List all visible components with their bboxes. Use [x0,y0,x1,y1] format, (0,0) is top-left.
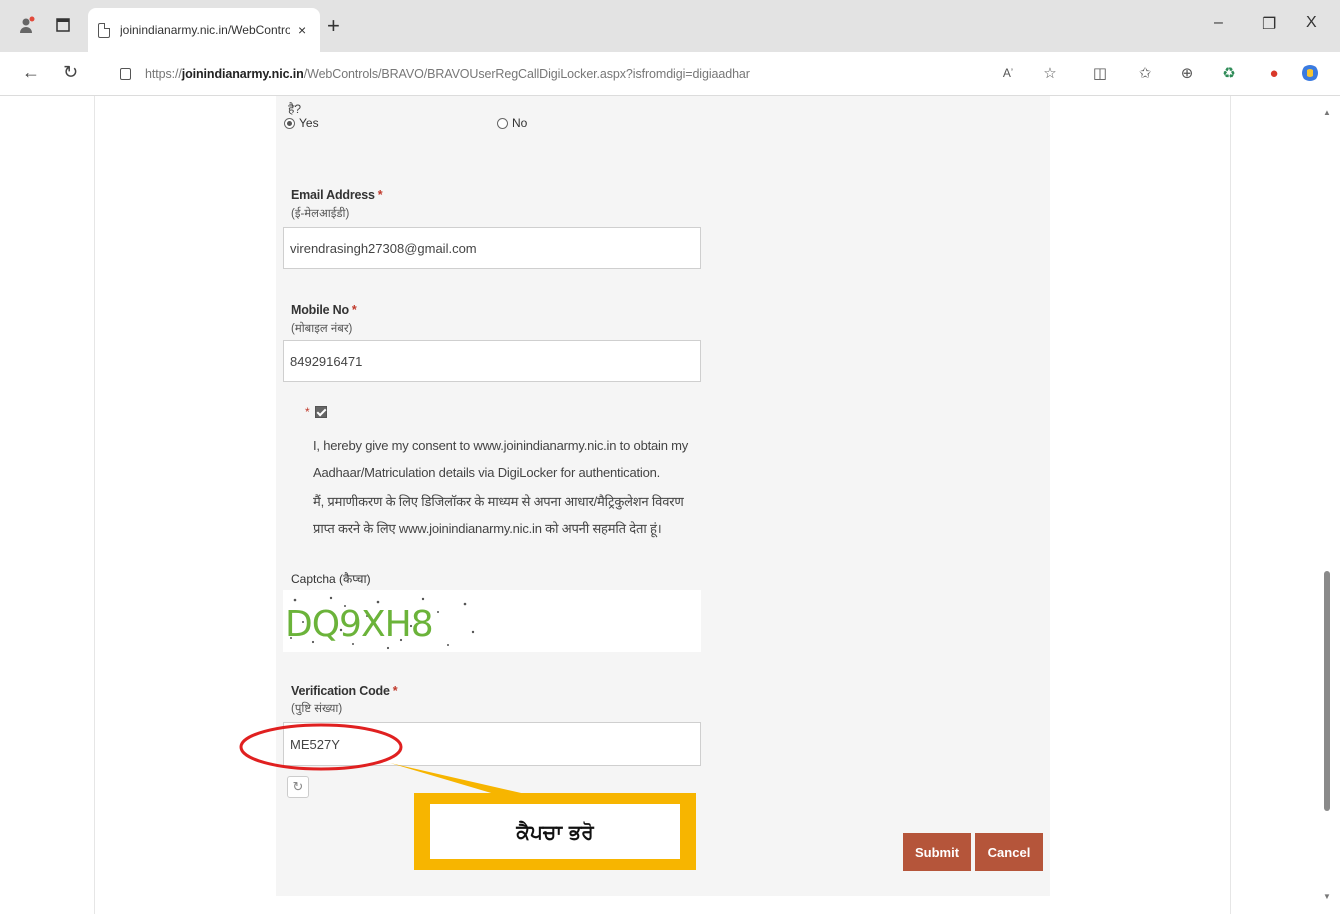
collections-icon[interactable]: ⊕ [1177,63,1197,83]
consent-checkbox[interactable] [314,406,327,418]
consent-checkbox-row: * [305,405,327,419]
submit-button[interactable]: Submit [903,833,971,871]
captcha-label: Captcha (कैप्चा) [291,572,371,586]
minimize-button[interactable]: – [1214,14,1223,32]
page-viewport: है? Yes No Email Address * (ई-मेलआईडी) vi… [0,96,1340,914]
scroll-thumb[interactable] [1324,571,1330,811]
scroll-up-icon[interactable]: ▲ [1323,108,1331,117]
tab-close-button[interactable]: × [298,22,306,38]
page-icon [98,22,110,38]
consent-text-line3: मैं, प्रमाणीकरण के लिए डिजिलॉकर के माध्य… [313,494,684,509]
browser-window: joinindianarmy.nic.in/WebContro × + – ❐ … [0,0,1340,914]
email-field[interactable]: virendrasingh27308@gmail.com [283,227,701,269]
read-aloud-icon[interactable]: Aʼ [998,63,1018,83]
scroll-down-icon[interactable]: ▼ [1323,892,1331,901]
favorites-icon[interactable]: ✩ [1135,63,1155,83]
radio-no[interactable]: No [497,116,527,130]
mobile-label: Mobile No * [291,303,357,317]
highlight-ellipse [239,723,403,771]
back-icon[interactable]: ← [22,62,40,83]
page-border-right [1230,96,1231,914]
email-hindi-label: (ई-मेलआईडी) [291,208,350,220]
restore-button[interactable]: ❐ [1262,14,1276,34]
address-toolbar: ← ↻ https://joinindianarmy.nic.in/WebCon… [0,52,1340,96]
captcha-text: DQ9XH8 [285,604,433,645]
browser-tab-active[interactable]: joinindianarmy.nic.in/WebContro × [88,8,320,52]
tab-strip: joinindianarmy.nic.in/WebContro × + – ❐ … [0,0,1340,52]
page-border-left [94,96,95,914]
radio-no-control[interactable] [497,117,508,129]
lock-icon [120,68,131,80]
profile-icon[interactable] [16,14,38,36]
radio-no-label: No [512,116,528,130]
annotation-text: ਕੈਪਚਾ ਭਰੋ [430,804,680,859]
close-window-button[interactable]: X [1306,14,1317,32]
split-screen-icon[interactable]: ◫ [1090,63,1110,83]
radio-yes-control[interactable] [284,117,295,129]
favorite-star-icon[interactable]: ☆ [1040,63,1060,83]
annotation-callout: ਕੈਪਚਾ ਭਰੋ [414,793,696,870]
tab-actions-icon[interactable] [52,14,74,36]
scrollbar[interactable]: ▲ ▼ [1323,96,1331,914]
radio-yes[interactable]: Yes [284,116,319,130]
consent-text-line4: प्राप्त करने के लिए www.joinindianarmy.n… [313,521,662,536]
radio-yes-label: Yes [299,116,319,130]
cancel-button[interactable]: Cancel [975,833,1043,871]
verification-label: Verification Code * [291,684,398,698]
consent-required-mark: * [305,405,310,419]
mobile-field[interactable]: 8492916471 [283,340,701,382]
extension-alert-icon[interactable]: ● [1264,63,1284,83]
consent-text-line2: Aadhaar/Matriculation details via DigiLo… [313,465,661,480]
copilot-icon[interactable] [1300,63,1320,83]
tab-title: joinindianarmy.nic.in/WebContro [120,23,290,37]
new-tab-button[interactable]: + [327,13,340,39]
refresh-icon[interactable]: ↻ [63,62,78,83]
extension-icon[interactable]: ♻ [1219,63,1239,83]
email-label: Email Address * [291,188,383,202]
mobile-hindi-label: (मोबाइल नंबर) [291,323,353,335]
question-fragment: है? [288,102,302,116]
consent-text-line1: I, hereby give my consent to www.joinind… [313,438,689,453]
callout-pointer [390,763,530,795]
address-bar[interactable]: https://joinindianarmy.nic.in/WebControl… [106,58,1066,90]
url-text: https://joinindianarmy.nic.in/WebControl… [145,67,750,81]
captcha-image: DQ9XH8 [285,596,475,650]
captcha-image-area: DQ9XH8 [283,590,701,652]
